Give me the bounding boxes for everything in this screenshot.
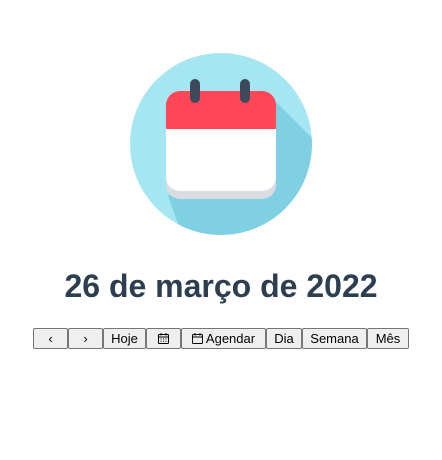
today-button[interactable]: Hoje <box>103 328 146 349</box>
calendar-icon <box>158 333 169 344</box>
week-view-button[interactable]: Semana <box>302 328 367 349</box>
schedule-button-content: Agendar <box>191 329 256 348</box>
previous-button[interactable]: ‹ <box>33 328 68 349</box>
day-view-button[interactable]: Dia <box>266 328 302 349</box>
next-button[interactable]: › <box>68 328 103 349</box>
schedule-button[interactable]: Agendar <box>181 328 266 349</box>
date-picker-button[interactable] <box>146 328 181 349</box>
chevron-left-icon: ‹ <box>48 331 53 346</box>
page-title: 26 de março de 2022 <box>64 268 378 304</box>
calendar-icon <box>130 53 312 235</box>
month-view-button[interactable]: Mês <box>367 328 409 349</box>
page: 26 de março de 2022 ‹ › Hoje Agendar Dia… <box>0 0 442 460</box>
chevron-right-icon: › <box>83 331 88 346</box>
calendar-toolbar: ‹ › Hoje Agendar Dia Semana Mês <box>33 328 409 349</box>
schedule-label: Agendar <box>205 331 256 346</box>
calendar-icon <box>191 333 203 344</box>
